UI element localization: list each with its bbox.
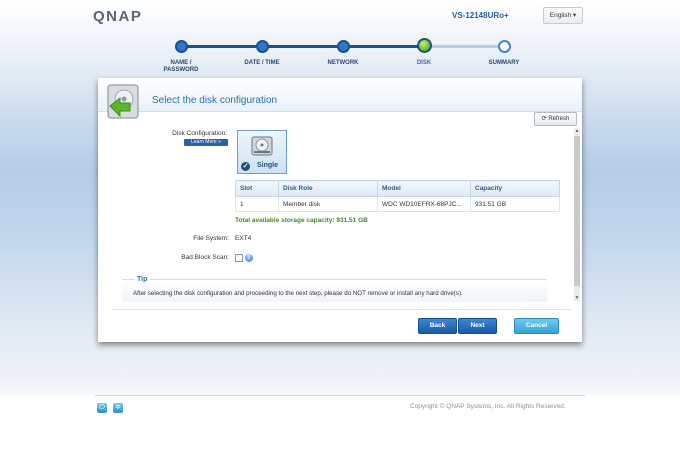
cell-slot: 1 [235,196,279,212]
column-header-slot: Slot [235,180,279,197]
device-model: VS-12148URo+ [452,11,509,20]
step-disk-dot [417,38,432,53]
step-summary-label: SUMMARY [488,60,520,66]
language-select[interactable]: English ▾ [543,7,583,24]
hard-disk-icon [251,136,273,156]
step-label-line: PASSWORD [163,67,199,73]
column-header-disk-role: Disk Role [278,180,378,197]
footer-divider [112,309,572,310]
tip-title: Tip [135,276,150,283]
bad-block-scan-checkbox[interactable] [235,254,243,262]
scroll-up-arrow[interactable]: ▲ [574,128,580,134]
cell-disk-role: Member disk [278,196,378,212]
tip-box: Tip After selecting the disk configurati… [122,276,547,302]
disk-config-label: Disk Configuration: [172,130,227,137]
scroll-thumb[interactable] [574,136,580,286]
total-capacity-text: Total available storage capacity: 931.51… [235,217,368,224]
column-header-capacity: Capacity [470,180,560,197]
step-date-time-dot [256,40,269,53]
step-disk-label: DISK [416,60,432,66]
step-label-line: NAME / [170,60,192,66]
dialog-scrollbar[interactable]: ▲ ▼ [574,128,580,301]
footer-line [95,395,585,396]
table-row[interactable]: 1 Member disk WDC WD10EFRX-68PJC... 931.… [235,196,560,212]
table-header-row: Slot Disk Role Model Capacity [235,180,560,197]
settings-icon[interactable]: ✲ [113,403,123,413]
wizard-track-progress [180,45,423,48]
step-name-password-dot [175,40,188,53]
step-date-time-label: DATE / TIME [244,60,280,66]
cell-capacity: 931.51 GB [470,196,560,212]
qnap-logo: QNAP [93,8,143,25]
selected-check-icon: ✓ [241,162,250,171]
scroll-down-arrow[interactable]: ▼ [574,295,580,301]
next-button[interactable]: Next [458,318,497,334]
copyright-text: Copyright © QNAP Systems, Inc. All Right… [410,403,566,410]
help-icon[interactable]: ? [245,254,253,262]
tip-text: After selecting the disk configuration a… [133,290,463,297]
power-icon[interactable]: ⏻ [97,403,107,413]
step-network-label: NETWORK [327,60,359,66]
step-name-password-label: NAME / PASSWORD [146,60,216,74]
disk-wizard-icon [107,84,139,119]
refresh-label: Refresh [548,116,570,122]
disk-config-dialog: Select the disk configuration ⟳ Refresh … [98,78,582,342]
file-system-label: File System: [193,235,229,242]
refresh-button[interactable]: ⟳ Refresh [534,112,577,126]
disk-option-label: Single [257,162,279,169]
bad-block-scan-label: Bad Block Scan: [181,254,229,261]
cell-model: WDC WD10EFRX-68PJC... [377,196,471,212]
back-button[interactable]: Back [418,318,457,334]
learn-more-link[interactable]: Learn More » [184,139,228,146]
file-system-value: EXT4 [235,235,252,242]
column-header-model: Model [377,180,471,197]
disk-option-single[interactable]: ✓ Single [237,130,287,174]
step-summary-dot [498,40,511,53]
disk-table: Slot Disk Role Model Capacity 1 Member d… [235,180,560,212]
step-network-dot [337,40,350,53]
cancel-button[interactable]: Cancel [514,318,559,334]
dialog-title: Select the disk configuration [152,95,278,106]
